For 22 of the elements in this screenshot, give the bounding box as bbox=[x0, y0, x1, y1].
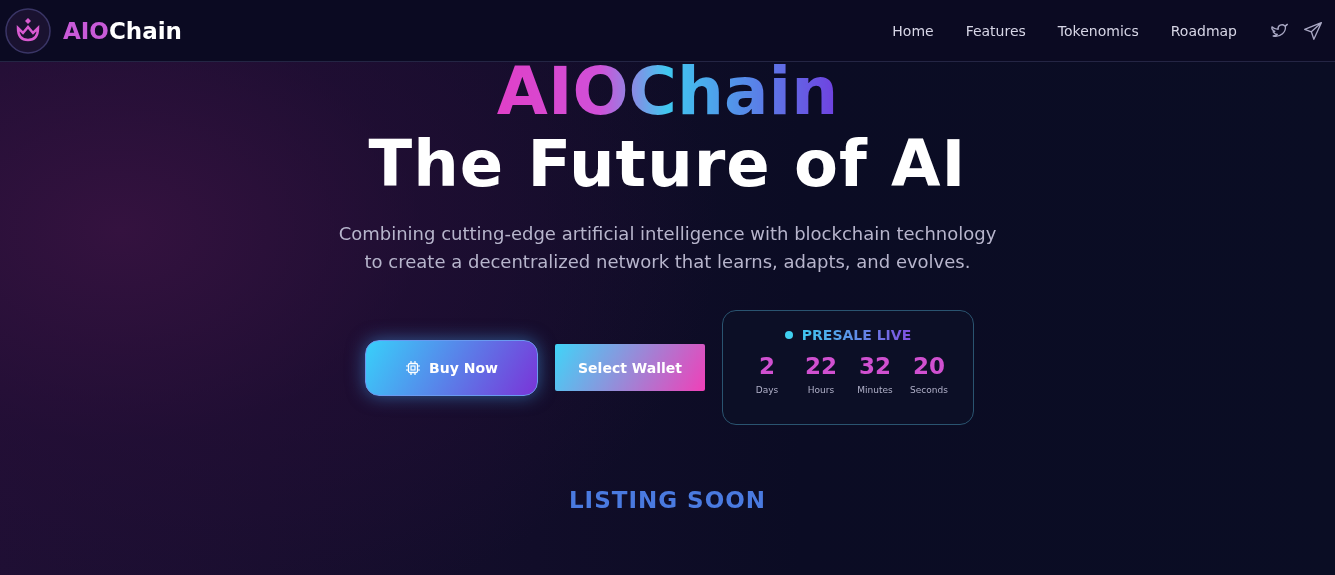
nav-link[interactable]: Roadmap bbox=[1170, 22, 1237, 39]
hero-subtitle: Combining cutting-edge artificial intelligence with blockchain technology to create a decentralized network that learns, adapts, and evolves. bbox=[337, 222, 998, 274]
nav-link[interactable]: Tokenomics bbox=[1057, 22, 1139, 39]
presale-status: PRESALE LIVE bbox=[801, 327, 912, 343]
chip-icon bbox=[405, 359, 422, 376]
listing-heading: LISTING SOON bbox=[568, 487, 767, 513]
logo-icon bbox=[5, 7, 51, 54]
send-icon[interactable] bbox=[1303, 20, 1323, 41]
countdown-value: 2 bbox=[759, 352, 775, 381]
countdown-value: 20 bbox=[913, 352, 945, 381]
brand-name[interactable]: AIOChain bbox=[63, 17, 182, 44]
nav-link[interactable]: Home bbox=[892, 22, 934, 39]
countdown-unit: Minutes bbox=[857, 385, 893, 395]
countdown-value: 22 bbox=[805, 352, 837, 381]
countdown-value: 32 bbox=[859, 352, 891, 381]
nav-link[interactable]: Features bbox=[965, 22, 1026, 39]
buy-now-button[interactable]: Buy Now bbox=[365, 339, 538, 396]
countdown-unit: Days bbox=[755, 385, 779, 395]
countdown-unit: Seconds bbox=[910, 385, 948, 395]
hero-title: The Future of AI bbox=[368, 128, 967, 200]
live-dot-icon bbox=[784, 331, 793, 339]
countdown-unit: Hours bbox=[807, 385, 835, 395]
